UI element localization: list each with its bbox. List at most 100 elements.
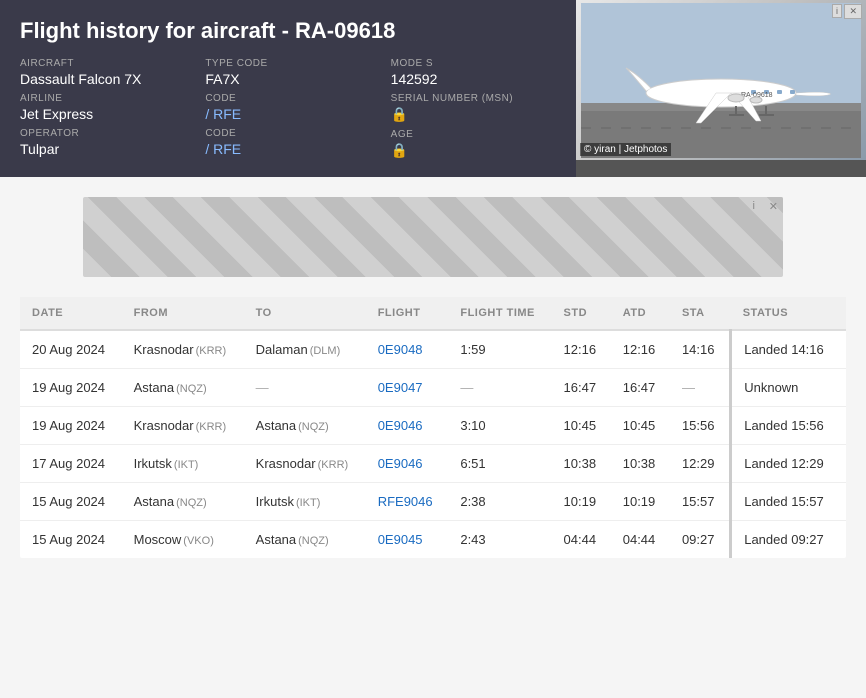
code-label-1: Code: [205, 93, 370, 104]
aircraft-block: AIRCRAFT Dassault Falcon 7X AIRLINE Jet …: [20, 58, 185, 159]
serial-number-value: 🔒: [391, 106, 556, 123]
ad-info-icon[interactable]: i: [832, 4, 842, 18]
cell-to: Dalaman(DLM): [244, 330, 366, 369]
cell-status-divider: Landed 15:57: [731, 483, 846, 521]
mode-s-label: MODE S: [391, 58, 556, 69]
to-code: (IKT): [296, 497, 320, 509]
col-flight: FLIGHT: [366, 297, 449, 330]
to-code: (KRR): [318, 459, 349, 471]
flight-link[interactable]: 0E9046: [378, 418, 423, 433]
table-header: DATE FROM TO FLIGHT FLIGHT TIME STD ATD …: [20, 297, 846, 330]
cell-to: Irkutsk(IKT): [244, 483, 366, 521]
cell-flight[interactable]: 0E9047: [366, 369, 449, 407]
airline-value: Jet Express: [20, 106, 185, 122]
to-dash: —: [256, 380, 269, 395]
cell-to: Krasnodar(KRR): [244, 445, 366, 483]
plane-photo: RA-09618 © yiran | Jetphotos i ✕: [576, 0, 866, 160]
cell-flight-time: —: [448, 369, 551, 407]
cell-date: 15 Aug 2024: [20, 483, 122, 521]
cell-sta: —: [670, 369, 731, 407]
cell-date: 19 Aug 2024: [20, 369, 122, 407]
cell-status-divider: Landed 14:16: [731, 330, 846, 369]
table-row: 19 Aug 2024 Astana(NQZ) — 0E9047 — 16:47…: [20, 369, 846, 407]
cell-from: Astana(NQZ): [122, 369, 244, 407]
cell-to: Astana(NQZ): [244, 407, 366, 445]
col-sta: STA: [670, 297, 731, 330]
col-atd: ATD: [611, 297, 670, 330]
status-text: Landed 15:57: [744, 494, 824, 509]
cell-flight[interactable]: 0E9048: [366, 330, 449, 369]
aircraft-label: AIRCRAFT: [20, 58, 185, 69]
cell-sta: 15:57: [670, 483, 731, 521]
cell-date: 20 Aug 2024: [20, 330, 122, 369]
cell-from: Moscow(VKO): [122, 521, 244, 559]
cell-status-divider: Unknown: [731, 369, 846, 407]
table-row: 20 Aug 2024 Krasnodar(KRR) Dalaman(DLM) …: [20, 330, 846, 369]
to-code: (NQZ): [298, 421, 329, 433]
flight-time: 6:51: [460, 456, 485, 471]
col-from: FROM: [122, 297, 244, 330]
cell-sta: 09:27: [670, 521, 731, 559]
from-code: (NQZ): [176, 497, 207, 509]
sta: 09:27: [682, 532, 715, 547]
cell-flight[interactable]: 0E9045: [366, 521, 449, 559]
cell-flight[interactable]: RFE9046: [366, 483, 449, 521]
flight-history-table: DATE FROM TO FLIGHT FLIGHT TIME STD ATD …: [20, 297, 846, 558]
type-code-label: TYPE CODE: [205, 58, 370, 69]
header-info: Flight history for aircraft - RA-09618 A…: [0, 0, 576, 177]
cell-status-divider: Landed 15:56: [731, 407, 846, 445]
cell-flight-time: 2:43: [448, 521, 551, 559]
cell-status-divider: Landed 09:27: [731, 521, 846, 559]
cell-to: Astana(NQZ): [244, 521, 366, 559]
header: Flight history for aircraft - RA-09618 A…: [0, 0, 866, 177]
flight-link[interactable]: 0E9048: [378, 342, 423, 357]
flight-link[interactable]: 0E9046: [378, 456, 423, 471]
cell-std: 10:45: [552, 407, 611, 445]
ad-close-button[interactable]: ✕: [769, 200, 778, 213]
table-body: 20 Aug 2024 Krasnodar(KRR) Dalaman(DLM) …: [20, 330, 846, 558]
cell-date: 17 Aug 2024: [20, 445, 122, 483]
to-code: (NQZ): [298, 535, 329, 547]
flight-link[interactable]: 0E9045: [378, 532, 423, 547]
cell-atd: 04:44: [611, 521, 670, 559]
cell-std: 10:38: [552, 445, 611, 483]
cell-std: 10:19: [552, 483, 611, 521]
code-value-2[interactable]: / RFE: [205, 141, 370, 157]
flight-time: 1:59: [460, 342, 485, 357]
cell-atd: 12:16: [611, 330, 670, 369]
cell-atd: 10:38: [611, 445, 670, 483]
airline-label: AIRLINE: [20, 93, 185, 104]
flight-time: 2:43: [460, 532, 485, 547]
status-text: Landed 12:29: [744, 456, 824, 471]
cell-atd: 10:45: [611, 407, 670, 445]
sta-dash: —: [682, 380, 695, 395]
cell-flight[interactable]: 0E9046: [366, 445, 449, 483]
plane-svg: RA-09618: [581, 3, 861, 158]
col-std: STD: [552, 297, 611, 330]
page-title: Flight history for aircraft - RA-09618: [20, 18, 556, 44]
status-text: Landed 14:16: [744, 342, 824, 357]
table-row: 15 Aug 2024 Moscow(VKO) Astana(NQZ) 0E90…: [20, 521, 846, 559]
from-code: (KRR): [196, 345, 227, 357]
sta: 12:29: [682, 456, 715, 471]
status-text: Landed 15:56: [744, 418, 824, 433]
to-code: (DLM): [310, 345, 341, 357]
ad-banner: i ✕: [83, 197, 783, 277]
cell-atd: 16:47: [611, 369, 670, 407]
cell-from: Krasnodar(KRR): [122, 407, 244, 445]
col-status: STATUS: [731, 297, 846, 330]
cell-flight-time: 2:38: [448, 483, 551, 521]
col-flight-time: FLIGHT TIME: [448, 297, 551, 330]
flight-link[interactable]: RFE9046: [378, 494, 433, 509]
sta: 15:57: [682, 494, 715, 509]
photo-credit: © yiran | Jetphotos: [580, 143, 671, 156]
flight-link[interactable]: 0E9047: [378, 380, 423, 395]
photo-close-icon[interactable]: ✕: [844, 4, 862, 19]
serial-number-label: SERIAL NUMBER (MSN): [391, 93, 556, 104]
cell-sta: 15:56: [670, 407, 731, 445]
ad-info-badge[interactable]: i: [753, 200, 755, 212]
from-code: (VKO): [183, 535, 214, 547]
code-value-1[interactable]: / RFE: [205, 106, 370, 122]
from-code: (NQZ): [176, 383, 207, 395]
cell-flight[interactable]: 0E9046: [366, 407, 449, 445]
